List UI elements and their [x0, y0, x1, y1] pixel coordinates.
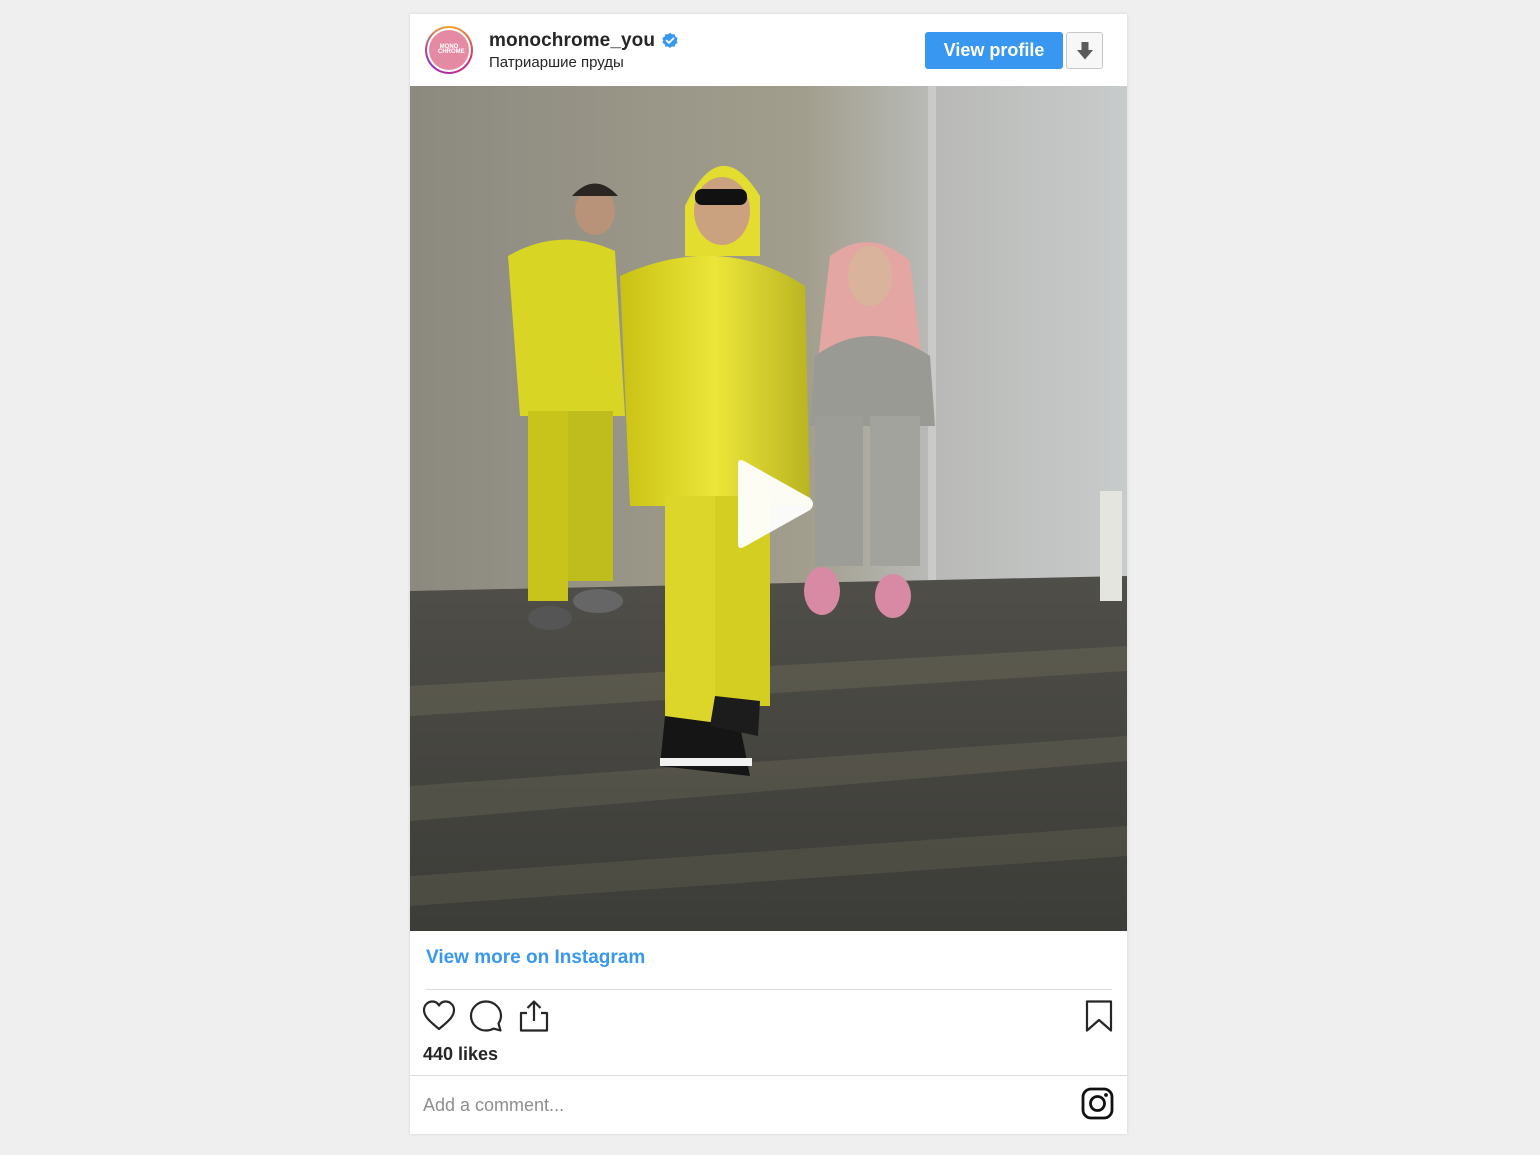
post-header: MONO CHROME monochrome_you Патриаршие пр… [410, 14, 1127, 86]
avatar-image: MONO CHROME [429, 30, 469, 70]
instagram-logo-icon[interactable] [1081, 1087, 1114, 1120]
username[interactable]: monochrome_you [489, 30, 655, 52]
heart-icon[interactable] [422, 999, 456, 1033]
divider [426, 989, 1112, 990]
view-profile-button[interactable]: View profile [925, 32, 1063, 69]
divider [410, 1075, 1127, 1076]
download-button[interactable] [1066, 32, 1103, 69]
play-icon [738, 460, 813, 548]
avatar[interactable]: MONO CHROME [425, 26, 473, 74]
verified-badge-icon [661, 32, 679, 50]
likes-count[interactable]: 440 likes [423, 1044, 498, 1065]
avatar-logo-mark: MONO CHROME [438, 44, 465, 55]
instagram-embed-card: MONO CHROME monochrome_you Патриаршие пр… [410, 14, 1127, 1134]
view-more-link[interactable]: View more on Instagram [426, 947, 645, 969]
comment-icon[interactable] [469, 999, 503, 1033]
location-label[interactable]: Патриаршие пруды [489, 54, 624, 71]
comment-input[interactable] [423, 1090, 1043, 1120]
download-arrow-icon [1076, 41, 1093, 59]
action-bar [422, 999, 1115, 1035]
post-video[interactable] [410, 86, 1127, 931]
share-icon[interactable] [517, 999, 551, 1033]
play-button[interactable] [730, 458, 816, 550]
bookmark-icon[interactable] [1082, 999, 1116, 1033]
